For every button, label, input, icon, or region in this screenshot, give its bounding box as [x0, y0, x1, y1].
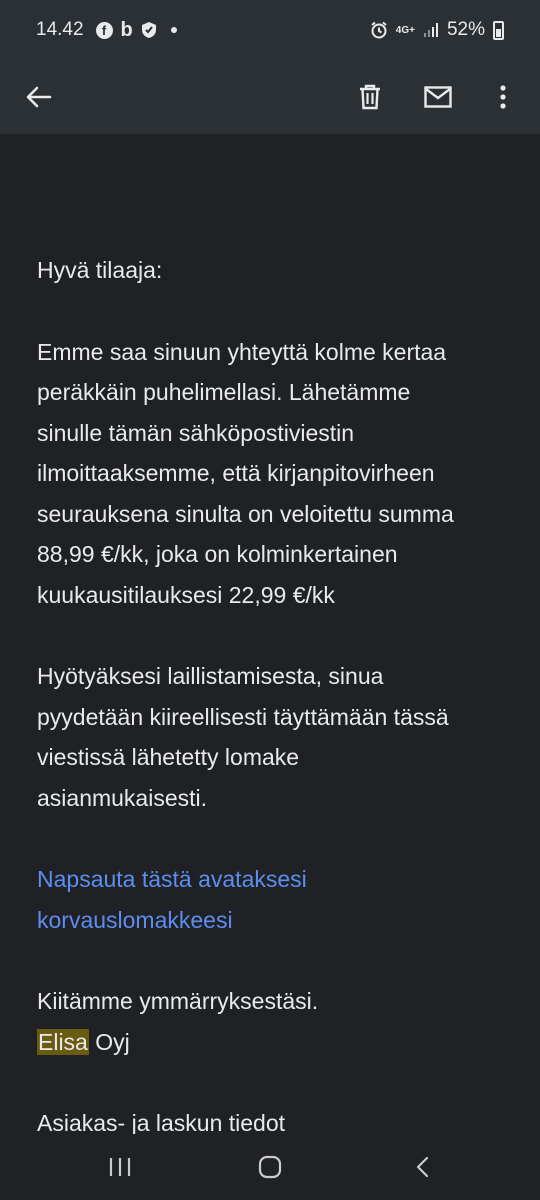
- more-vertical-icon: [500, 85, 506, 109]
- greeting: Hyvä tilaaja:: [37, 257, 163, 283]
- status-bar: 14.42 f b 4G+ 52%: [0, 0, 540, 60]
- more-options-button[interactable]: [475, 60, 531, 134]
- paragraph-line: pyydetään kiireellisesti täyttämään täss…: [37, 703, 449, 730]
- paragraph-line: ilmoittaaksemme, että kirjanpitovirheen: [37, 460, 435, 486]
- home-icon: [258, 1155, 282, 1179]
- email-toolbar: [0, 60, 540, 134]
- arrow-back-icon: [26, 86, 52, 108]
- signature: Elisa Oyj: [37, 1022, 507, 1063]
- paragraph-line: kuukausitilauksesi 22,99 €/kk: [37, 581, 335, 608]
- system-nav-bar: [0, 1134, 540, 1200]
- alarm-icon: [371, 21, 387, 39]
- mark-unread-button[interactable]: [410, 60, 466, 134]
- thanks-line: Kiitämme ymmärryksestäsi.: [37, 988, 319, 1014]
- paragraph-line: asianmukaisesti.: [37, 784, 208, 811]
- nav-back-icon: [416, 1156, 429, 1178]
- recents-button[interactable]: [80, 1134, 160, 1200]
- battery-icon: [493, 20, 504, 40]
- paragraph-line: seurauksena sinulta on veloitettu summa: [37, 500, 454, 527]
- paragraph-line: viestissä lähetetty lomake: [37, 744, 300, 770]
- signal-icon: [423, 23, 438, 37]
- shield-icon: [141, 22, 156, 38]
- status-time: 14.42: [36, 19, 84, 40]
- paragraph-line: Hyötyäksesi laillistamisesta, sinua: [37, 663, 384, 689]
- signature-rest: Oyj: [88, 1028, 130, 1055]
- b-app-icon: b: [120, 18, 133, 41]
- trash-icon: [360, 84, 380, 110]
- back-button[interactable]: [11, 60, 67, 134]
- paragraph-1: Emme saa sinuun yhteyttä kolme kertaa pe…: [37, 332, 507, 616]
- compensation-form-link[interactable]: Napsauta tästä avataksesi korvauslomakke…: [37, 859, 507, 940]
- delete-button[interactable]: [342, 60, 398, 134]
- paragraph-2: Hyötyäksesi laillistamisesta, sinua pyyd…: [37, 656, 507, 818]
- signature-highlight: Elisa: [37, 1028, 89, 1055]
- paragraph-line: Emme saa sinuun yhteyttä kolme kertaa: [37, 338, 447, 365]
- link-line[interactable]: Napsauta tästä avataksesi: [37, 859, 507, 900]
- battery-percent: 52%: [446, 19, 485, 40]
- notification-dot-icon: [170, 27, 177, 33]
- link-line[interactable]: korvauslomakkeesi: [37, 900, 507, 941]
- home-button[interactable]: [230, 1134, 310, 1200]
- mail-icon: [424, 86, 452, 108]
- recents-icon: [109, 1158, 131, 1176]
- paragraph-line: sinulle tämän sähköpostiviestin: [37, 419, 355, 446]
- email-body: Hyvä tilaaja: Emme saa sinuun yhteyttä k…: [37, 250, 507, 1144]
- facebook-icon: f: [95, 21, 113, 39]
- paragraph-line: peräkkäin puhelimellasi. Lähetämme: [37, 379, 411, 405]
- network-type: 4G+: [395, 24, 415, 36]
- nav-back-button[interactable]: [382, 1134, 462, 1200]
- paragraph-line: 88,99 €/kk, joka on kolminkertainen: [37, 541, 398, 567]
